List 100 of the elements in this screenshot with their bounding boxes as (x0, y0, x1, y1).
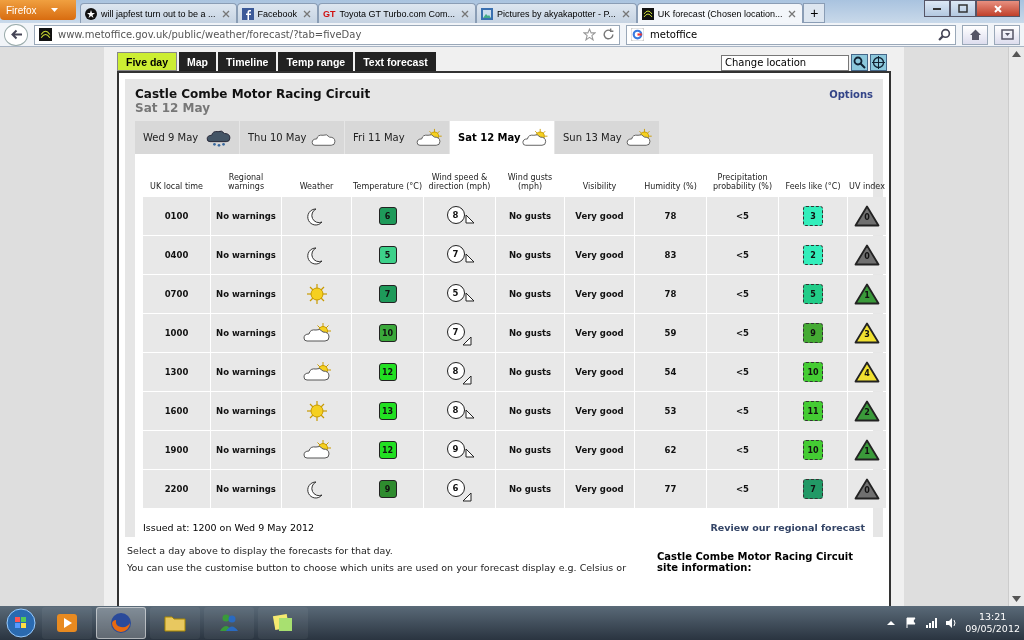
info-text: Select a day above to display the forecasts for that day. (127, 545, 394, 556)
maximize-button[interactable] (950, 0, 976, 17)
feels-like-badge: 3 (803, 206, 823, 226)
search-field[interactable]: metoffice (626, 24, 956, 45)
table-cell: <5 (707, 197, 778, 235)
back-button[interactable] (4, 23, 28, 46)
day-tab[interactable]: Fri 11 May (345, 121, 449, 154)
address-bar[interactable]: www.metoffice.gov.uk/public/weather/forecast/?tab=fiveDay (34, 24, 620, 45)
crosshair-icon (872, 56, 885, 69)
taskbar-button[interactable] (150, 607, 200, 639)
bookmarks-icon (1000, 28, 1014, 41)
table-cell: No gusts (496, 392, 564, 430)
table-cell: No warnings (211, 470, 281, 508)
media-player-icon (55, 611, 79, 635)
bookmarks-button[interactable] (994, 24, 1020, 45)
day-tab[interactable]: Sun 13 May (555, 121, 659, 154)
tab[interactable]: Temp range (278, 52, 354, 71)
temperature-badge: 12 (378, 441, 397, 459)
close-icon (993, 3, 1003, 14)
day-tab[interactable]: Sat 12 May (450, 121, 554, 154)
search-button[interactable] (851, 54, 868, 71)
taskbar-button[interactable] (42, 607, 92, 639)
search-icon[interactable] (938, 28, 951, 41)
column-header: Regional warnings (226, 171, 266, 194)
maximize-icon (958, 3, 968, 14)
table-cell: 1900 (143, 431, 210, 469)
wind-arrow-icon (464, 448, 475, 458)
home-button[interactable] (962, 24, 988, 45)
table-cell: 0400 (143, 236, 210, 274)
table-cell: No warnings (211, 353, 281, 391)
feels-like-badge: 10 (803, 362, 823, 382)
back-arrow-icon (9, 28, 23, 41)
taskbar-button[interactable] (96, 607, 146, 639)
table-cell: No warnings (211, 392, 281, 430)
browser-tab[interactable]: Facebook (236, 3, 319, 23)
caret-icon (50, 8, 58, 12)
browser-tab[interactable]: Pictures by akyakapotter - P... (475, 3, 637, 23)
table-cell: <5 (707, 470, 778, 508)
review-link[interactable]: Review our regional forecast (710, 522, 865, 533)
options-link[interactable]: Options (829, 89, 873, 115)
search-engine-icon (631, 28, 644, 41)
table-cell: 54 (635, 353, 706, 391)
reload-icon[interactable] (602, 28, 615, 41)
star-icon[interactable] (583, 28, 596, 41)
wind-arrow-icon (464, 253, 475, 263)
table-cell: 62 (635, 431, 706, 469)
sun-cloud-icon (415, 127, 443, 148)
column-header: Wind speed & direction (mph) (427, 171, 492, 194)
wind-arrow-icon (464, 292, 475, 302)
location-field[interactable]: Change location (721, 54, 849, 71)
clock-time: 13:21 (978, 610, 1007, 623)
tab[interactable]: Timeline (218, 52, 277, 71)
table-cell: No warnings (211, 275, 281, 313)
table-cell: 0700 (143, 275, 210, 313)
rain-cloud-icon (205, 127, 233, 148)
sun-cloud-icon (520, 127, 548, 148)
tab[interactable]: Map (179, 52, 217, 71)
new-tab-button[interactable]: + (803, 3, 826, 23)
browser-tab[interactable]: will japfest turn out to be a ... (80, 3, 237, 23)
table-cell: <5 (707, 431, 778, 469)
column-header: Humidity (%) (643, 181, 698, 194)
table-cell: No gusts (496, 353, 564, 391)
table-cell: Very good (565, 314, 634, 352)
table-cell: 83 (635, 236, 706, 274)
wind-arrow-icon (464, 214, 475, 224)
start-icon[interactable] (6, 608, 36, 638)
feels-like-badge: 7 (803, 479, 823, 499)
sun-cloud-icon (302, 322, 331, 344)
wind-speed: 6 (446, 479, 465, 497)
feels-like-badge: 9 (803, 323, 823, 343)
taskbar-button[interactable] (258, 607, 308, 639)
tab[interactable]: Text forecast (355, 52, 436, 71)
table-cell: No gusts (496, 236, 564, 274)
temperature-badge: 10 (378, 324, 397, 342)
tab[interactable]: Five day (117, 52, 178, 71)
minimize-button[interactable] (924, 0, 950, 17)
wind-speed: 8 (446, 362, 465, 380)
table-cell: 2200 (143, 470, 210, 508)
day-tab[interactable]: Wed 9 May (135, 121, 239, 154)
table-cell: <5 (707, 275, 778, 313)
locate-button[interactable] (870, 54, 887, 71)
signal-icon[interactable] (925, 617, 938, 629)
sun-cloud-icon (625, 127, 653, 148)
column-header: Visibility (581, 181, 618, 194)
close-button[interactable] (976, 0, 1020, 17)
browser-tab[interactable]: UK forecast (Chosen location... (636, 3, 804, 23)
scroll-up-icon[interactable] (1012, 51, 1021, 57)
table-cell: 59 (635, 314, 706, 352)
flag-icon[interactable] (905, 617, 918, 629)
day-tab[interactable]: Thu 10 May (240, 121, 344, 154)
table-cell: <5 (707, 353, 778, 391)
firefox-icon (109, 611, 133, 635)
temperature-badge: 12 (378, 363, 397, 381)
facebook-icon (241, 7, 254, 20)
table-cell: 1300 (143, 353, 210, 391)
wind-arrow-icon (464, 409, 475, 419)
browser-tab[interactable]: GT Toyota GT Turbo.com Com... (318, 3, 476, 23)
volume-icon[interactable] (945, 617, 958, 629)
scroll-down-icon[interactable] (1012, 596, 1021, 602)
table-cell: Very good (565, 470, 634, 508)
